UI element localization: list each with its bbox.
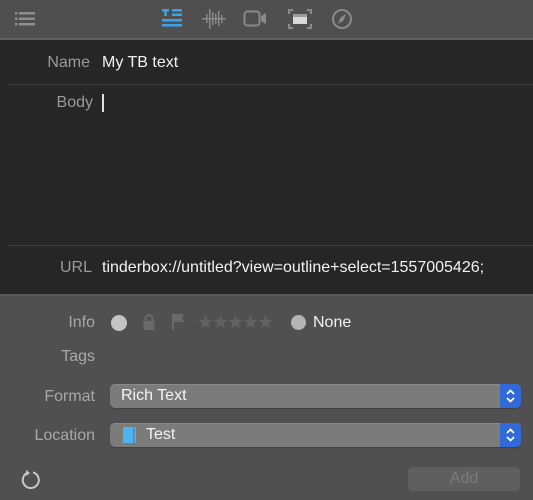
divider: [8, 84, 533, 85]
star-icon: [198, 315, 213, 329]
notebook-icon: [123, 427, 139, 448]
location-select[interactable]: Test: [110, 423, 521, 447]
divider: [8, 245, 533, 246]
audio-waveform-icon[interactable]: [202, 8, 226, 30]
color-label-icon[interactable]: [291, 315, 306, 330]
url-label: URL: [59, 259, 92, 276]
tags-field[interactable]: [110, 346, 521, 368]
location-label: Location: [34, 427, 96, 444]
flag-icon[interactable]: [171, 313, 185, 336]
lock-icon[interactable]: [142, 313, 156, 336]
star-icon: [228, 315, 243, 329]
star-rating[interactable]: [198, 313, 274, 336]
info-label: Info: [68, 314, 95, 331]
chevron-updown-icon: [500, 423, 521, 447]
checked-status-icon[interactable]: [111, 315, 127, 331]
compass-icon[interactable]: [330, 8, 354, 30]
star-icon: [258, 315, 273, 329]
text-caret: [102, 94, 104, 112]
chevron-updown-icon: [500, 384, 521, 408]
video-camera-icon[interactable]: [243, 8, 267, 30]
text-format-icon[interactable]: [161, 8, 185, 30]
screenshot-icon[interactable]: [288, 8, 312, 30]
format-value: Rich Text: [121, 387, 187, 404]
body-label: Body: [56, 94, 93, 111]
url-field[interactable]: tinderbox://untitled?view=outline+select…: [102, 259, 484, 277]
format-select[interactable]: Rich Text: [110, 384, 521, 408]
color-label-value[interactable]: None: [313, 314, 351, 332]
star-icon: [243, 315, 258, 329]
location-value: Test: [146, 426, 176, 443]
body-field[interactable]: [102, 94, 522, 234]
star-icon: [213, 315, 228, 329]
toolbar: [0, 0, 533, 40]
add-button[interactable]: Add: [408, 467, 520, 491]
format-label: Format: [44, 388, 95, 405]
tags-label: Tags: [61, 348, 95, 365]
refresh-icon[interactable]: [20, 469, 42, 496]
name-label: Name: [47, 54, 90, 71]
name-field[interactable]: My TB text: [102, 54, 178, 72]
list-icon[interactable]: [14, 8, 38, 30]
note-editor: Name My TB text Body URL tinderbox://unt…: [0, 40, 533, 296]
